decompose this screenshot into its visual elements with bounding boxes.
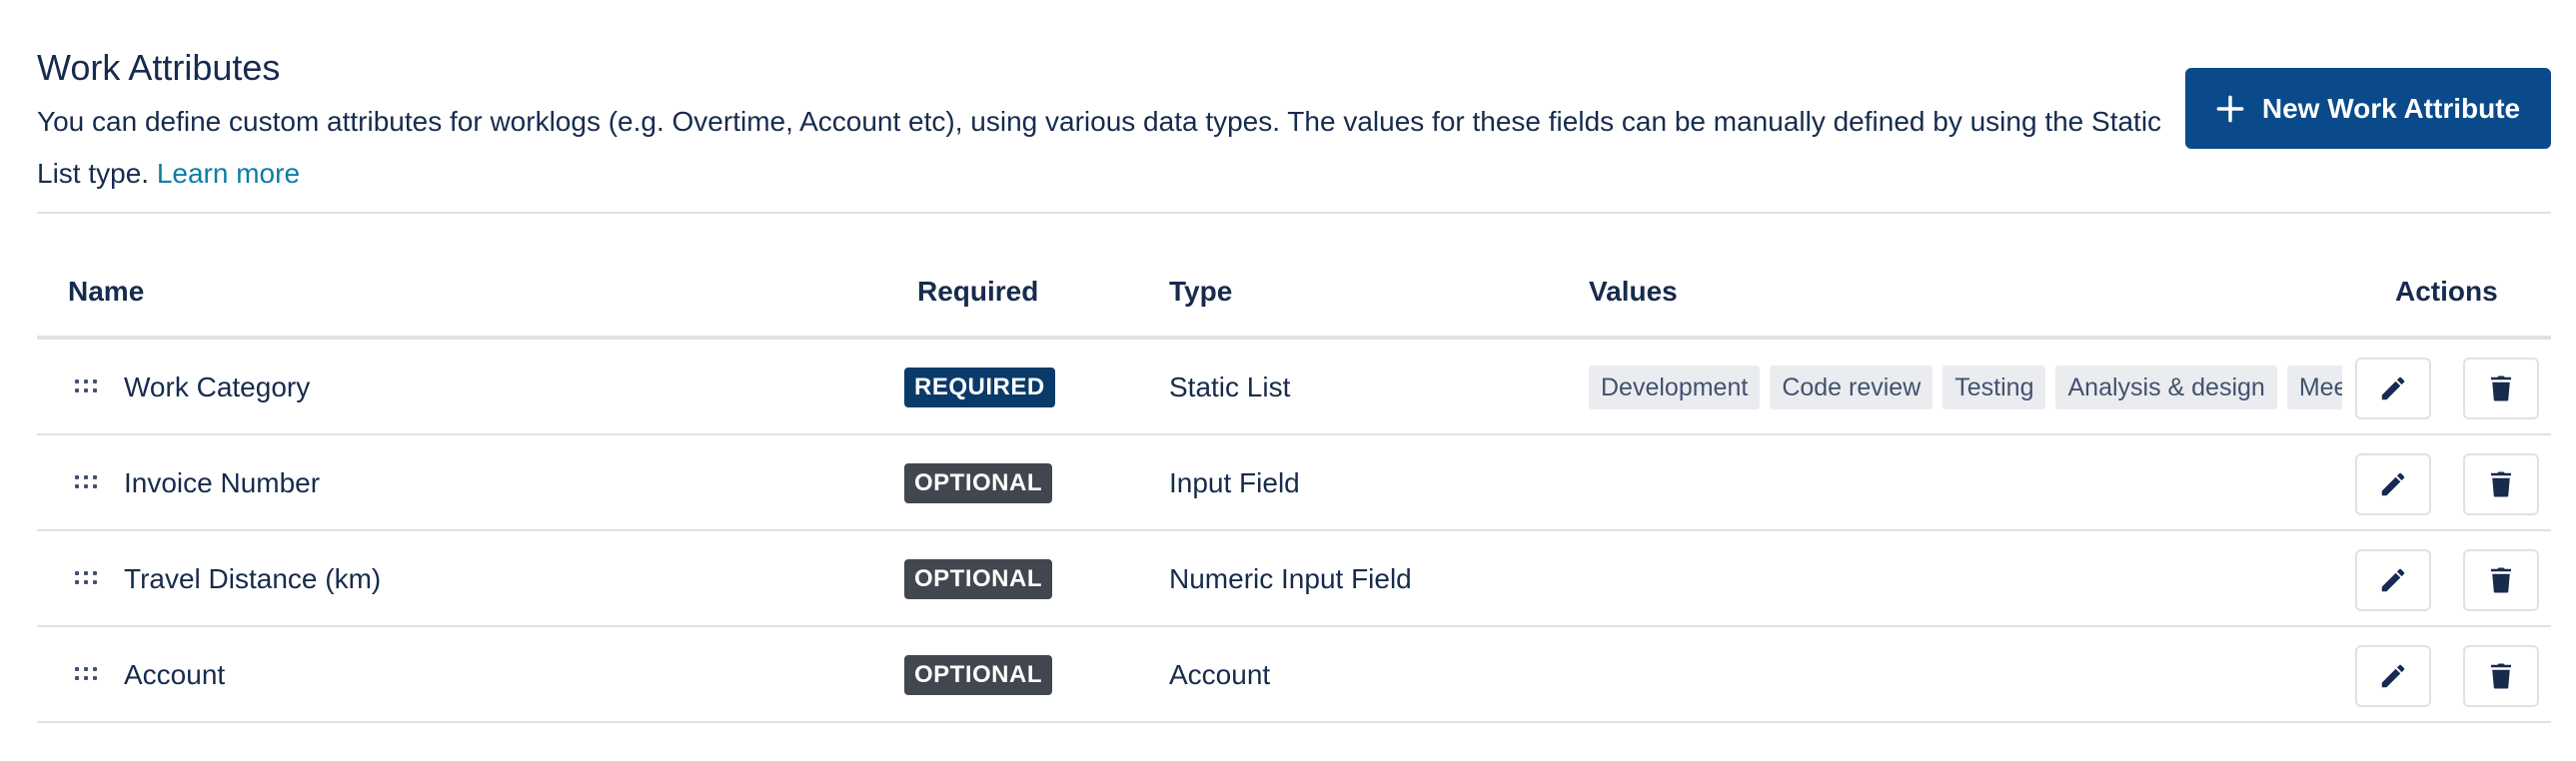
page-title: Work Attributes [37, 47, 281, 88]
attribute-values [1589, 461, 2342, 505]
value-chip: Testing [1942, 366, 2046, 409]
attribute-type: Numeric Input Field [1169, 563, 1412, 594]
column-header-actions: Actions [2395, 276, 2498, 307]
value-chip: Code review [1770, 366, 1933, 409]
trash-icon [2491, 567, 2511, 593]
attribute-type: Static List [1169, 372, 1291, 402]
attribute-name: Account [124, 659, 226, 690]
drag-handle-icon[interactable] [75, 380, 97, 393]
column-header-type: Type [1169, 276, 1233, 307]
attribute-values [1589, 557, 2342, 601]
value-chip: Development [1589, 366, 1761, 409]
delete-button[interactable] [2463, 549, 2539, 611]
drag-handle-icon[interactable] [75, 667, 97, 681]
drag-handle-icon[interactable] [75, 475, 97, 489]
attribute-name: Travel Distance (km) [124, 563, 382, 594]
page-description: You can define custom attributes for wor… [37, 96, 2195, 200]
attribute-name: Invoice Number [124, 467, 321, 498]
work-attributes-page: Work Attributes You can define custom at… [37, 0, 2551, 761]
table-row: Work Category REQUIRED Static List Devel… [37, 340, 2551, 435]
pencil-icon [2381, 472, 2405, 496]
attribute-type: Account [1169, 659, 1271, 690]
table-row: Invoice Number OPTIONAL Input Field [37, 435, 2551, 531]
table-row: Account OPTIONAL Account [37, 627, 2551, 723]
new-work-attribute-button[interactable]: New Work Attribute [2185, 68, 2551, 149]
value-chip: Meetings [2286, 366, 2342, 409]
trash-icon [2491, 663, 2511, 689]
table-header: Name Required Type Values Actions [37, 250, 2551, 340]
column-header-name: Name [68, 276, 145, 307]
trash-icon [2491, 376, 2511, 401]
pencil-icon [2381, 664, 2405, 688]
edit-button[interactable] [2355, 549, 2431, 611]
required-badge: OPTIONAL [904, 463, 1052, 503]
required-badge: REQUIRED [904, 368, 1055, 407]
table-row: Travel Distance (km) OPTIONAL Numeric In… [37, 531, 2551, 627]
delete-button[interactable] [2463, 645, 2539, 707]
trash-icon [2491, 471, 2511, 497]
column-header-required: Required [917, 276, 1039, 307]
pencil-icon [2381, 568, 2405, 592]
attribute-values [1589, 653, 2342, 697]
edit-button[interactable] [2355, 358, 2431, 419]
delete-button[interactable] [2463, 453, 2539, 515]
work-attributes-table: Name Required Type Values Actions Work C… [37, 250, 2551, 723]
pencil-icon [2381, 377, 2405, 400]
plus-icon [2216, 95, 2244, 122]
new-work-attribute-label: New Work Attribute [2261, 92, 2521, 124]
attribute-type: Input Field [1169, 467, 1300, 498]
attribute-values: Development Code review Testing Analysis & … [1589, 366, 2342, 409]
required-badge: OPTIONAL [904, 655, 1052, 695]
drag-handle-icon[interactable] [75, 571, 97, 585]
delete-button[interactable] [2463, 358, 2539, 419]
attribute-name: Work Category [124, 372, 311, 402]
edit-button[interactable] [2355, 453, 2431, 515]
description-text: You can define custom attributes for wor… [37, 106, 2162, 189]
column-header-values: Values [1589, 276, 1678, 307]
table-body: Work Category REQUIRED Static List Devel… [37, 340, 2551, 723]
learn-more-link[interactable]: Learn more [157, 158, 300, 189]
value-chip: Analysis & design [2055, 366, 2277, 409]
required-badge: OPTIONAL [904, 559, 1052, 599]
edit-button[interactable] [2355, 645, 2431, 707]
page-header: Work Attributes You can define custom at… [37, 0, 2551, 214]
